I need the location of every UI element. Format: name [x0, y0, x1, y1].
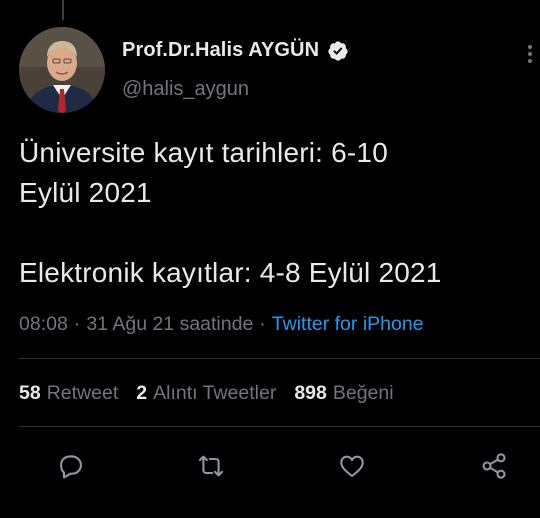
reply-button[interactable] [53, 448, 89, 484]
verified-badge-icon [328, 40, 348, 61]
quotes-count: 2 [136, 382, 148, 404]
retweets-count: 58 [19, 382, 41, 404]
quotes-label: Alıntı Tweetler [153, 382, 277, 404]
divider-bottom [19, 426, 540, 427]
share-button[interactable] [476, 448, 512, 484]
meta-separator: · [73, 313, 81, 335]
author-handle[interactable]: @halis_aygun [122, 78, 249, 101]
avatar[interactable] [19, 27, 105, 113]
tweet-meta: 08:08 · 31 Ağu 21 saatinde · Twitter for iPh… [19, 313, 424, 336]
likes-stat[interactable]: 898 Beğeni [294, 382, 393, 405]
share-icon [482, 453, 506, 479]
divider-top [19, 358, 540, 359]
tweet-text: Üniversite kayıt tarihleri: 6-10 Eylül 2… [19, 137, 442, 288]
like-icon [340, 455, 364, 477]
retweets-label: Retweet [46, 382, 119, 404]
tweet-stats: 58 Retweet 2 Alıntı Tweetler 898 Beğeni [19, 382, 394, 405]
tweet-source-link[interactable]: Twitter for iPhone [272, 313, 424, 335]
tweet-date[interactable]: 31 Ağu 21 saatinde [86, 313, 253, 335]
tweet-time[interactable]: 08:08 [19, 313, 68, 335]
reply-icon [60, 455, 82, 479]
display-name[interactable]: Prof.Dr.Halis AYGÜN [122, 39, 319, 62]
likes-count: 898 [294, 382, 327, 404]
like-button[interactable] [334, 448, 370, 484]
retweet-button[interactable] [193, 448, 229, 484]
more-options-icon[interactable] [520, 42, 540, 66]
likes-label: Beğeni [332, 382, 394, 404]
thread-line [62, 0, 64, 20]
retweets-stat[interactable]: 58 Retweet [19, 382, 118, 405]
retweet-icon [198, 455, 224, 477]
quotes-stat[interactable]: 2 Alıntı Tweetler [136, 382, 276, 405]
author-name-row[interactable]: Prof.Dr.Halis AYGÜN [122, 39, 349, 62]
avatar-photo [19, 27, 105, 113]
meta-separator-2: · [259, 313, 266, 335]
